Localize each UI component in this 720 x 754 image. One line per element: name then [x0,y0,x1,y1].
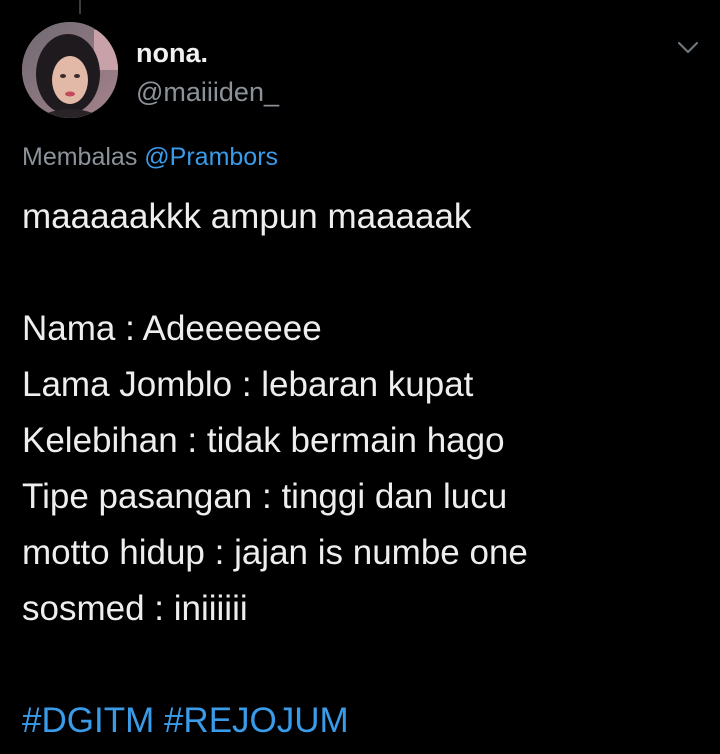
tweet-header: nona. @maiiiden_ [22,22,720,122]
hashtag-link[interactable]: #DGITM [22,701,154,740]
hashtag-row: #DGITM #REJOJUM [22,693,712,749]
reply-context: Membalas @Prambors [22,141,278,173]
user-avatar[interactable] [22,22,118,118]
tweet-text: maaaaakkk ampun maaaaak Nama : Adeeeeeee… [22,189,712,749]
tweet-line: motto hidup : jajan is numbe one [22,533,528,572]
display-name[interactable]: nona. [136,36,279,70]
hashtag-link[interactable]: #REJOJUM [164,701,349,740]
tweet-line: maaaaakkk ampun maaaaak [22,197,472,236]
tweet-line: Lama Jomblo : lebaran kupat [22,365,474,404]
thread-connector-line [79,0,81,14]
reply-prefix: Membalas [22,143,138,171]
user-handle[interactable]: @maiiiden_ [136,74,279,110]
chevron-down-icon [677,41,699,54]
tweet-line: Nama : Adeeeeeee [22,309,322,348]
avatar-photo-icon [22,22,118,118]
tweet-line: sosmed : iniiiiii [22,589,248,628]
reply-mention-link[interactable]: @Prambors [144,143,278,171]
tweet-line: Tipe pasangan : tinggi dan lucu [22,477,508,516]
tweet-line: Kelebihan : tidak bermain hago [22,421,505,460]
user-names: nona. @maiiiden_ [136,36,279,110]
tweet-menu-button[interactable] [670,34,706,62]
